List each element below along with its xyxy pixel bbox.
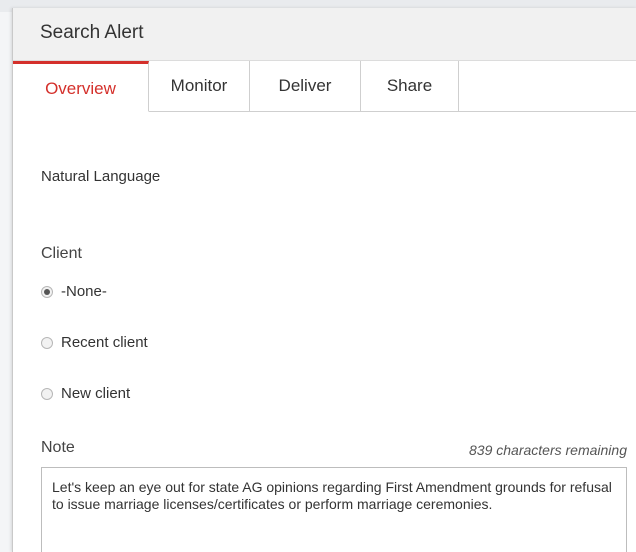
tab-monitor[interactable]: Monitor bbox=[149, 61, 250, 111]
note-characters-remaining: 839 characters remaining bbox=[469, 442, 627, 458]
dialog-title: Search Alert bbox=[40, 22, 144, 43]
radio-recent-client[interactable] bbox=[41, 336, 53, 349]
client-option-new-label: New client bbox=[61, 385, 131, 402]
tab-deliver[interactable]: Deliver bbox=[250, 61, 361, 111]
tab-overview[interactable]: Overview bbox=[13, 61, 149, 112]
note-textarea[interactable]: Let's keep an eye out for state AG opini… bbox=[41, 467, 627, 552]
tab-bar: Overview Monitor Deliver Share bbox=[13, 61, 636, 112]
client-label: Client bbox=[41, 245, 82, 262]
radio-new-client[interactable] bbox=[41, 387, 53, 400]
tab-share[interactable]: Share bbox=[361, 61, 459, 111]
note-label: Note bbox=[41, 439, 75, 456]
client-option-none-label: -None- bbox=[61, 283, 107, 300]
client-option-none[interactable]: -None- bbox=[41, 283, 107, 300]
client-option-recent[interactable]: Recent client bbox=[41, 334, 148, 351]
search-type-label: Natural Language bbox=[41, 168, 161, 185]
radio-none[interactable] bbox=[41, 285, 53, 298]
client-option-recent-label: Recent client bbox=[61, 334, 148, 351]
dialog-header: Search Alert bbox=[13, 8, 636, 61]
search-alert-dialog: Search Alert Overview Monitor Deliver Sh… bbox=[12, 8, 636, 552]
tab-bar-filler bbox=[459, 61, 636, 111]
client-option-new[interactable]: New client bbox=[41, 385, 130, 402]
